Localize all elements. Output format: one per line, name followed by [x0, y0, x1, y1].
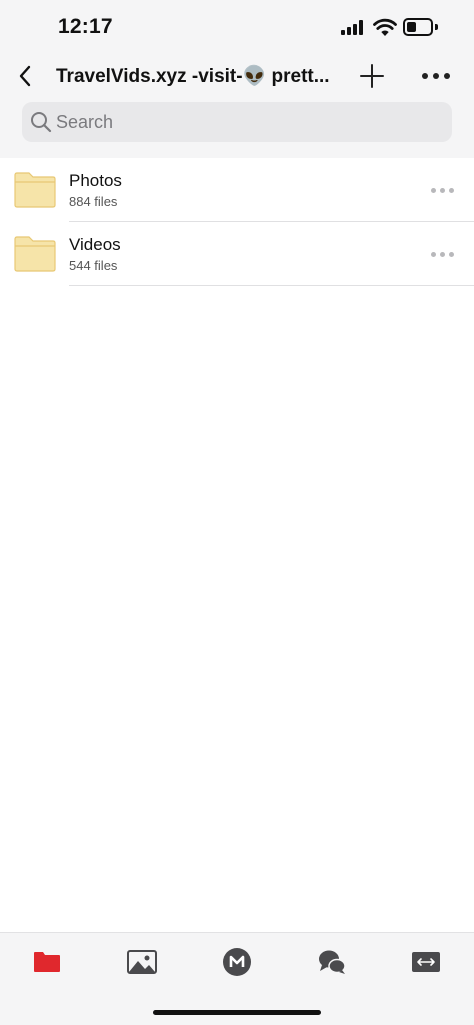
list-item-videos[interactable]: Videos 544 files — [0, 222, 474, 286]
chevron-left-icon — [19, 65, 31, 87]
image-tab-icon — [127, 950, 157, 974]
chat-bubbles-icon — [319, 950, 346, 974]
file-list: Photos 884 files Videos 544 files — [0, 158, 474, 286]
folder-name: Videos — [69, 235, 121, 254]
search-icon — [31, 112, 52, 133]
file-count: 884 files — [69, 194, 118, 209]
more-horizontal-icon — [422, 73, 428, 79]
search-bar[interactable] — [22, 102, 452, 142]
navigation-bar: TravelVids.xyz -visit-👽 prett... — [0, 56, 474, 96]
add-button[interactable] — [356, 60, 388, 92]
tab-cloud-drive[interactable] — [29, 947, 65, 977]
transfers-icon — [412, 952, 440, 972]
back-button[interactable] — [10, 60, 40, 92]
tab-transfers[interactable] — [408, 947, 444, 977]
page-title: TravelVids.xyz -visit-👽 prett... — [56, 66, 330, 87]
more-options-button[interactable] — [418, 62, 454, 90]
wifi-icon — [373, 18, 397, 36]
more-horizontal-icon — [430, 251, 436, 257]
folder-icon — [14, 236, 56, 272]
mega-logo-icon — [223, 948, 251, 976]
battery-cap — [435, 24, 438, 30]
status-bar: 12:17 — [0, 0, 474, 56]
tab-home[interactable] — [219, 947, 255, 977]
folder-icon — [14, 172, 56, 208]
file-count: 544 files — [69, 258, 118, 273]
status-time: 12:17 — [58, 15, 113, 38]
folder-tab-icon — [34, 952, 60, 972]
tab-photos[interactable] — [124, 947, 160, 977]
list-item-photos[interactable]: Photos 884 files — [0, 158, 474, 222]
top-header: 12:17 TravelVids.xyz -visit-👽 prett... — [0, 0, 474, 158]
more-horizontal-icon — [430, 187, 436, 193]
folder-name: Photos — [69, 171, 122, 190]
home-indicator[interactable] — [153, 1010, 321, 1015]
row-divider — [69, 285, 474, 286]
search-input[interactable] — [56, 102, 436, 142]
cellular-signal-icon — [341, 20, 365, 35]
row-more-button[interactable] — [424, 180, 460, 200]
tab-chat[interactable] — [314, 947, 350, 977]
row-more-button[interactable] — [424, 244, 460, 264]
battery-icon — [403, 18, 433, 36]
plus-icon — [360, 64, 384, 88]
